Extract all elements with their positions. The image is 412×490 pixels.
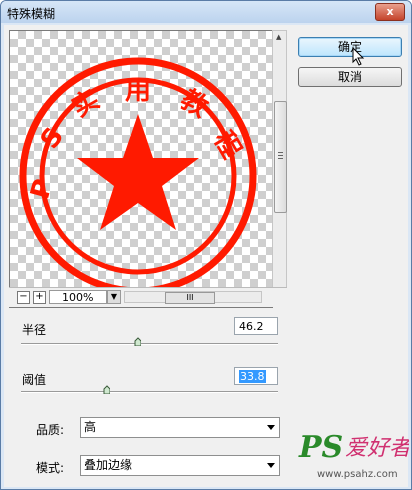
title-bar[interactable]: 特殊模糊 x xyxy=(1,1,411,23)
zoom-out-button[interactable]: − xyxy=(17,291,30,304)
window-title: 特殊模糊 xyxy=(7,7,56,21)
zoom-in-button[interactable]: + xyxy=(33,291,46,304)
radius-input[interactable]: 46.2 xyxy=(234,317,278,335)
chevron-down-icon xyxy=(267,425,275,430)
ok-button[interactable]: 确定 xyxy=(298,37,402,57)
close-button[interactable]: x xyxy=(375,3,405,21)
preview-canvas[interactable]: P S 实 用 教 程 xyxy=(9,30,273,308)
mode-value: 叠加边缘 xyxy=(84,458,133,472)
watermark-brand: PS xyxy=(298,430,343,465)
scroll-up-icon[interactable]: ▲ xyxy=(276,33,281,41)
quality-select[interactable]: 高 xyxy=(80,417,280,438)
vertical-scroll-thumb[interactable] xyxy=(274,101,287,213)
stamp-image: P S 实 用 教 程 xyxy=(19,57,257,295)
cancel-button[interactable]: 取消 xyxy=(298,67,402,87)
radius-slider-track[interactable] xyxy=(21,343,278,345)
threshold-value: 33.8 xyxy=(239,370,266,383)
radius-slider-thumb[interactable] xyxy=(134,337,141,346)
threshold-input[interactable]: 33.8 xyxy=(234,367,278,385)
mode-select[interactable]: 叠加边缘 xyxy=(80,455,280,476)
mouse-pointer-icon xyxy=(352,47,365,66)
stamp-char: S xyxy=(35,122,70,155)
threshold-label: 阈值 xyxy=(22,373,47,387)
zoom-bar: − + 100% ▼ III xyxy=(9,287,287,307)
dialog-body: P S 实 用 教 程 ▲ ▼ − + 100% ▼ III xyxy=(4,25,408,487)
chevron-down-icon xyxy=(267,463,275,468)
quality-value: 高 xyxy=(84,420,97,434)
threshold-slider-track[interactable] xyxy=(21,391,278,393)
mode-label: 模式: xyxy=(36,461,65,475)
quality-label: 品质: xyxy=(36,423,65,437)
watermark-text: 爱好者 xyxy=(345,436,409,461)
threshold-slider-thumb[interactable] xyxy=(103,385,110,394)
zoom-value[interactable]: 100% xyxy=(49,290,107,304)
star-shape xyxy=(77,114,199,230)
preview-vertical-scrollbar[interactable]: ▲ ▼ xyxy=(272,30,287,306)
watermark-url: www.psahz.com xyxy=(317,469,398,480)
radius-label: 半径 xyxy=(22,323,47,337)
stamp-char: 用 xyxy=(125,76,151,106)
horizontal-scroll-thumb[interactable]: III xyxy=(165,292,215,304)
preview-horizontal-scrollbar[interactable]: III xyxy=(124,291,262,304)
watermark-logo: PS 爱好者 www.psahz.com xyxy=(298,430,409,480)
zoom-dropdown-icon[interactable]: ▼ xyxy=(107,290,121,304)
special-blur-dialog: 特殊模糊 x P S 实 用 教 程 ▲ − + 100% ▼ III 确定 取… xyxy=(0,0,412,490)
stamp-char: P xyxy=(25,176,59,202)
